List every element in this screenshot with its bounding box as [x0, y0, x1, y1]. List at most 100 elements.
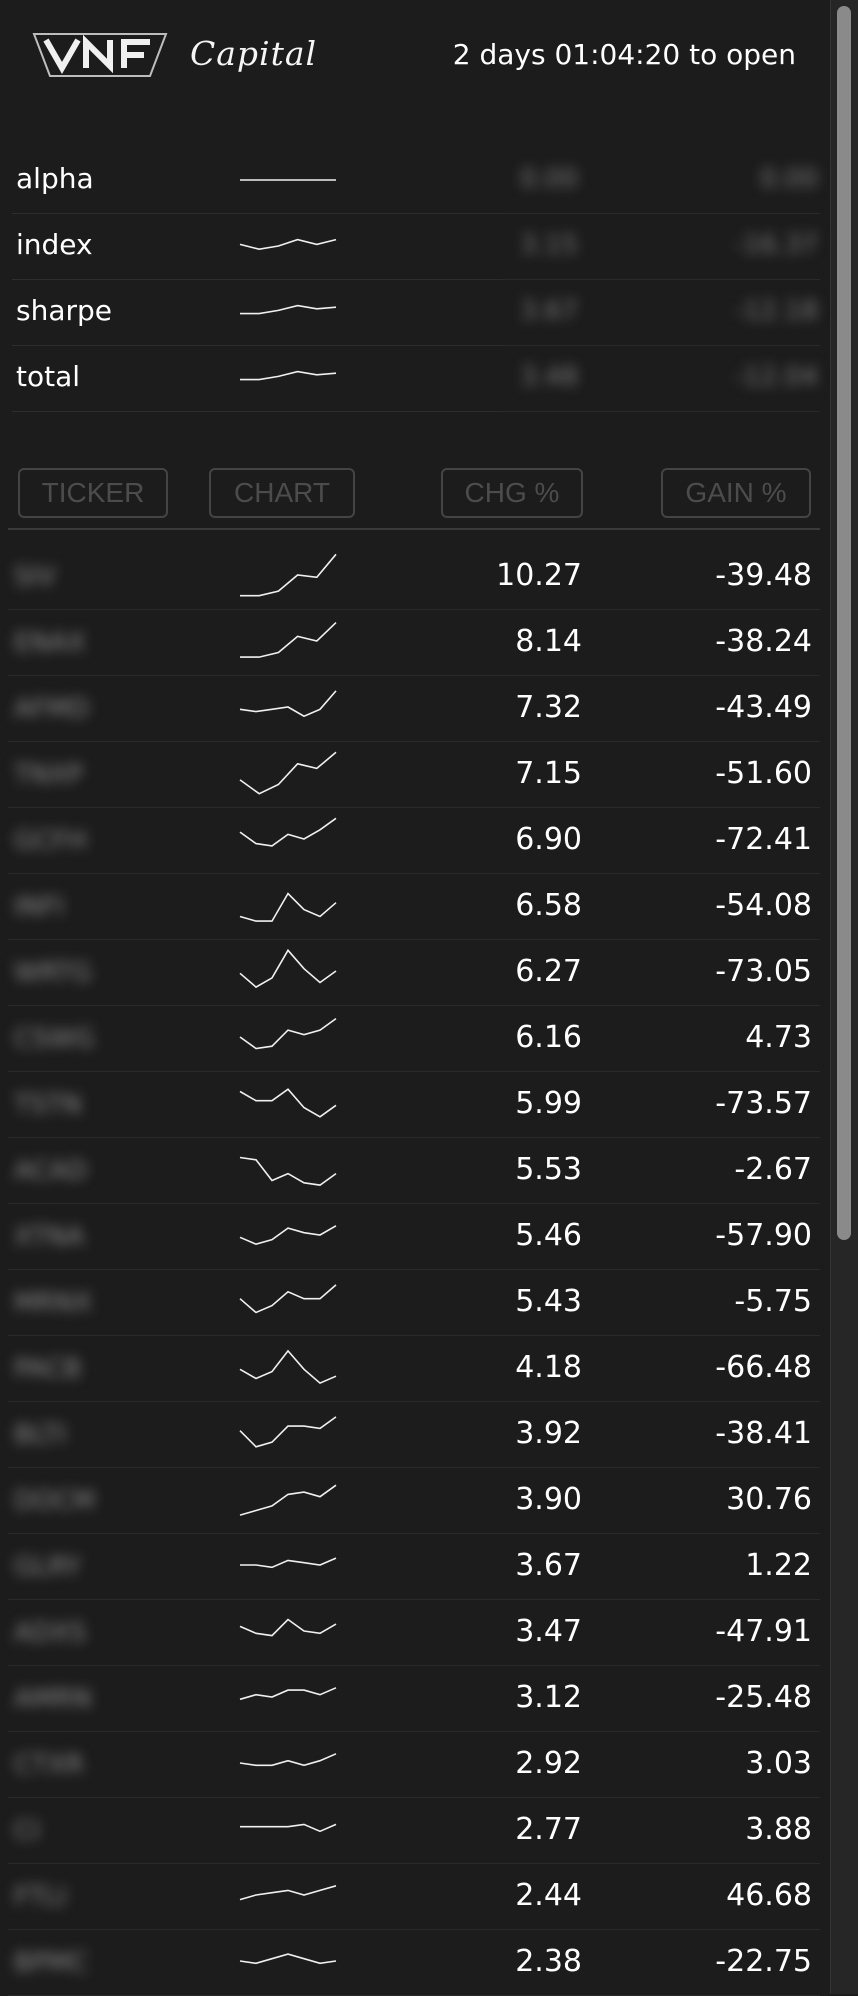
ticker-symbol[interactable]: CI — [14, 1816, 134, 1846]
row-sparkline — [239, 1618, 337, 1637]
row-sparkline — [239, 1156, 337, 1186]
sparkline — [239, 1885, 337, 1901]
sparkline — [239, 1484, 337, 1516]
ticker-symbol[interactable]: CTXR — [14, 1750, 134, 1780]
ticker-symbol[interactable]: FTLI — [14, 1882, 134, 1912]
table-row[interactable]: ADXS 3.47 -47.91 — [8, 1600, 820, 1666]
sparkline — [240, 304, 337, 315]
change-percent: 2.44 — [515, 1878, 582, 1913]
change-percent: 3.12 — [515, 1680, 582, 1715]
change-percent: 2.38 — [515, 1944, 582, 1979]
sparkline — [239, 238, 337, 251]
scrollbar[interactable] — [830, 0, 858, 1994]
table-row[interactable]: SIV 10.27 -39.48 — [8, 544, 820, 610]
change-percent: 7.32 — [515, 690, 582, 725]
ticker-symbol[interactable]: AFMD — [14, 694, 134, 724]
gain-percent: -38.41 — [715, 1416, 812, 1451]
header: Capital 2 days 01:04:20 to open — [0, 0, 830, 120]
table-row[interactable]: FTLI 2.44 46.68 — [8, 1864, 820, 1930]
ticker-symbol[interactable]: ADXS — [14, 1618, 134, 1648]
ticker-symbol[interactable]: CSWG — [14, 1024, 134, 1054]
summary-divider — [12, 411, 502, 412]
change-percent: 6.58 — [515, 888, 582, 923]
row-sparkline — [239, 1088, 337, 1118]
table-row[interactable]: AMRN 3.12 -25.48 — [8, 1666, 820, 1732]
table-row[interactable]: GCFH 6.90 -72.41 — [8, 808, 820, 874]
ticker-symbol[interactable]: PACB — [14, 1354, 134, 1384]
table-row[interactable]: TNXP 7.15 -51.60 — [8, 742, 820, 808]
gain-percent: 4.73 — [745, 1020, 812, 1055]
row-sparkline — [239, 1416, 337, 1448]
row-sparkline — [240, 1823, 337, 1833]
row-sparkline — [239, 1687, 337, 1701]
summary-sparkline — [239, 238, 337, 251]
table-row[interactable]: CSWG 6.16 4.73 — [8, 1006, 820, 1072]
change-percent: 3.90 — [515, 1482, 582, 1517]
table-row[interactable]: ACAD 5.53 -2.67 — [8, 1138, 820, 1204]
table-row[interactable]: ENAX 8.14 -38.24 — [8, 610, 820, 676]
row-sparkline — [239, 751, 337, 795]
ticker-symbol[interactable]: TSTN — [14, 1090, 134, 1120]
sparkline — [239, 1017, 337, 1050]
gain-percent: -2.67 — [734, 1152, 812, 1187]
sort-chg-button[interactable]: CHG % — [441, 468, 583, 518]
summary-value: 3.15 — [520, 230, 578, 260]
ticker-symbol[interactable]: GLRY — [14, 1552, 134, 1582]
table-row[interactable]: TSTN 5.99 -73.57 — [8, 1072, 820, 1138]
table-row[interactable]: BPMC 2.38 -22.75 — [8, 1930, 820, 1996]
ticker-symbol[interactable]: INFI — [14, 892, 134, 922]
table-row[interactable]: PACB 4.18 -66.48 — [8, 1336, 820, 1402]
table-row[interactable]: AFMD 7.32 -43.49 — [8, 676, 820, 742]
ticker-symbol[interactable]: XTNA — [14, 1222, 134, 1252]
ticker-symbol[interactable]: DOCM — [14, 1486, 134, 1516]
summary-label: index — [16, 228, 93, 261]
ticker-symbol[interactable]: ACAD — [14, 1156, 134, 1186]
change-percent: 6.90 — [515, 822, 582, 857]
sort-gain-button[interactable]: GAIN % — [661, 468, 811, 518]
sparkline — [239, 817, 337, 847]
summary-gain: -12.04 — [734, 362, 818, 392]
table-row[interactable]: WRTG 6.27 -73.05 — [8, 940, 820, 1006]
sort-ticker-button[interactable]: TICKER — [18, 468, 168, 518]
table-row[interactable]: CI 2.77 3.88 — [8, 1798, 820, 1864]
ticker-symbol[interactable]: BPMC — [14, 1948, 134, 1978]
scrollbar-thumb[interactable] — [837, 6, 851, 1240]
gain-percent: -39.48 — [715, 558, 812, 593]
table-row[interactable]: GLRY 3.67 1.22 — [8, 1534, 820, 1600]
ticker-symbol[interactable]: SIV — [14, 562, 134, 592]
summary-value: 3.48 — [520, 362, 578, 392]
ticker-symbol[interactable]: BLTI — [14, 1420, 134, 1450]
table-row[interactable]: XTNA 5.46 -57.90 — [8, 1204, 820, 1270]
sparkline — [240, 553, 337, 597]
ticker-symbol[interactable]: GCFH — [14, 826, 134, 856]
summary-row: alpha 0.00 0.00 — [8, 148, 820, 214]
summary-label: sharpe — [16, 294, 113, 327]
ticker-symbol[interactable]: TNXP — [14, 760, 134, 790]
ticker-symbol[interactable]: WRTG — [14, 958, 134, 988]
gain-percent: -73.57 — [715, 1086, 812, 1121]
table-row[interactable]: CTXR 2.92 3.03 — [8, 1732, 820, 1798]
ticker-symbol[interactable]: ENAX — [14, 628, 134, 658]
change-percent: 5.53 — [515, 1152, 582, 1187]
sparkline — [240, 1823, 337, 1833]
table-row[interactable]: DOCM 3.90 30.76 — [8, 1468, 820, 1534]
row-sparkline — [239, 1753, 337, 1767]
row-sparkline — [239, 1484, 337, 1516]
ticker-symbol[interactable]: AMRN — [14, 1684, 134, 1714]
row-sparkline — [239, 1953, 337, 1965]
change-percent: 3.67 — [515, 1548, 582, 1583]
gain-percent: -57.90 — [715, 1218, 812, 1253]
sort-chart-button[interactable]: CHART — [209, 468, 355, 518]
gain-percent: 1.22 — [745, 1548, 812, 1583]
table-row[interactable]: BLTI 3.92 -38.41 — [8, 1402, 820, 1468]
table-row[interactable]: MRNX 5.43 -5.75 — [8, 1270, 820, 1336]
change-percent: 2.77 — [515, 1812, 582, 1847]
row-sparkline — [239, 1349, 337, 1385]
table-row[interactable]: INFI 6.58 -54.08 — [8, 874, 820, 940]
summary-gain: -12.18 — [734, 296, 818, 326]
gain-percent: -43.49 — [715, 690, 812, 725]
ticker-symbol[interactable]: MRNX — [14, 1288, 134, 1318]
row-sparkline — [239, 948, 337, 989]
gain-percent: -51.60 — [715, 756, 812, 791]
change-percent: 6.16 — [515, 1020, 582, 1055]
